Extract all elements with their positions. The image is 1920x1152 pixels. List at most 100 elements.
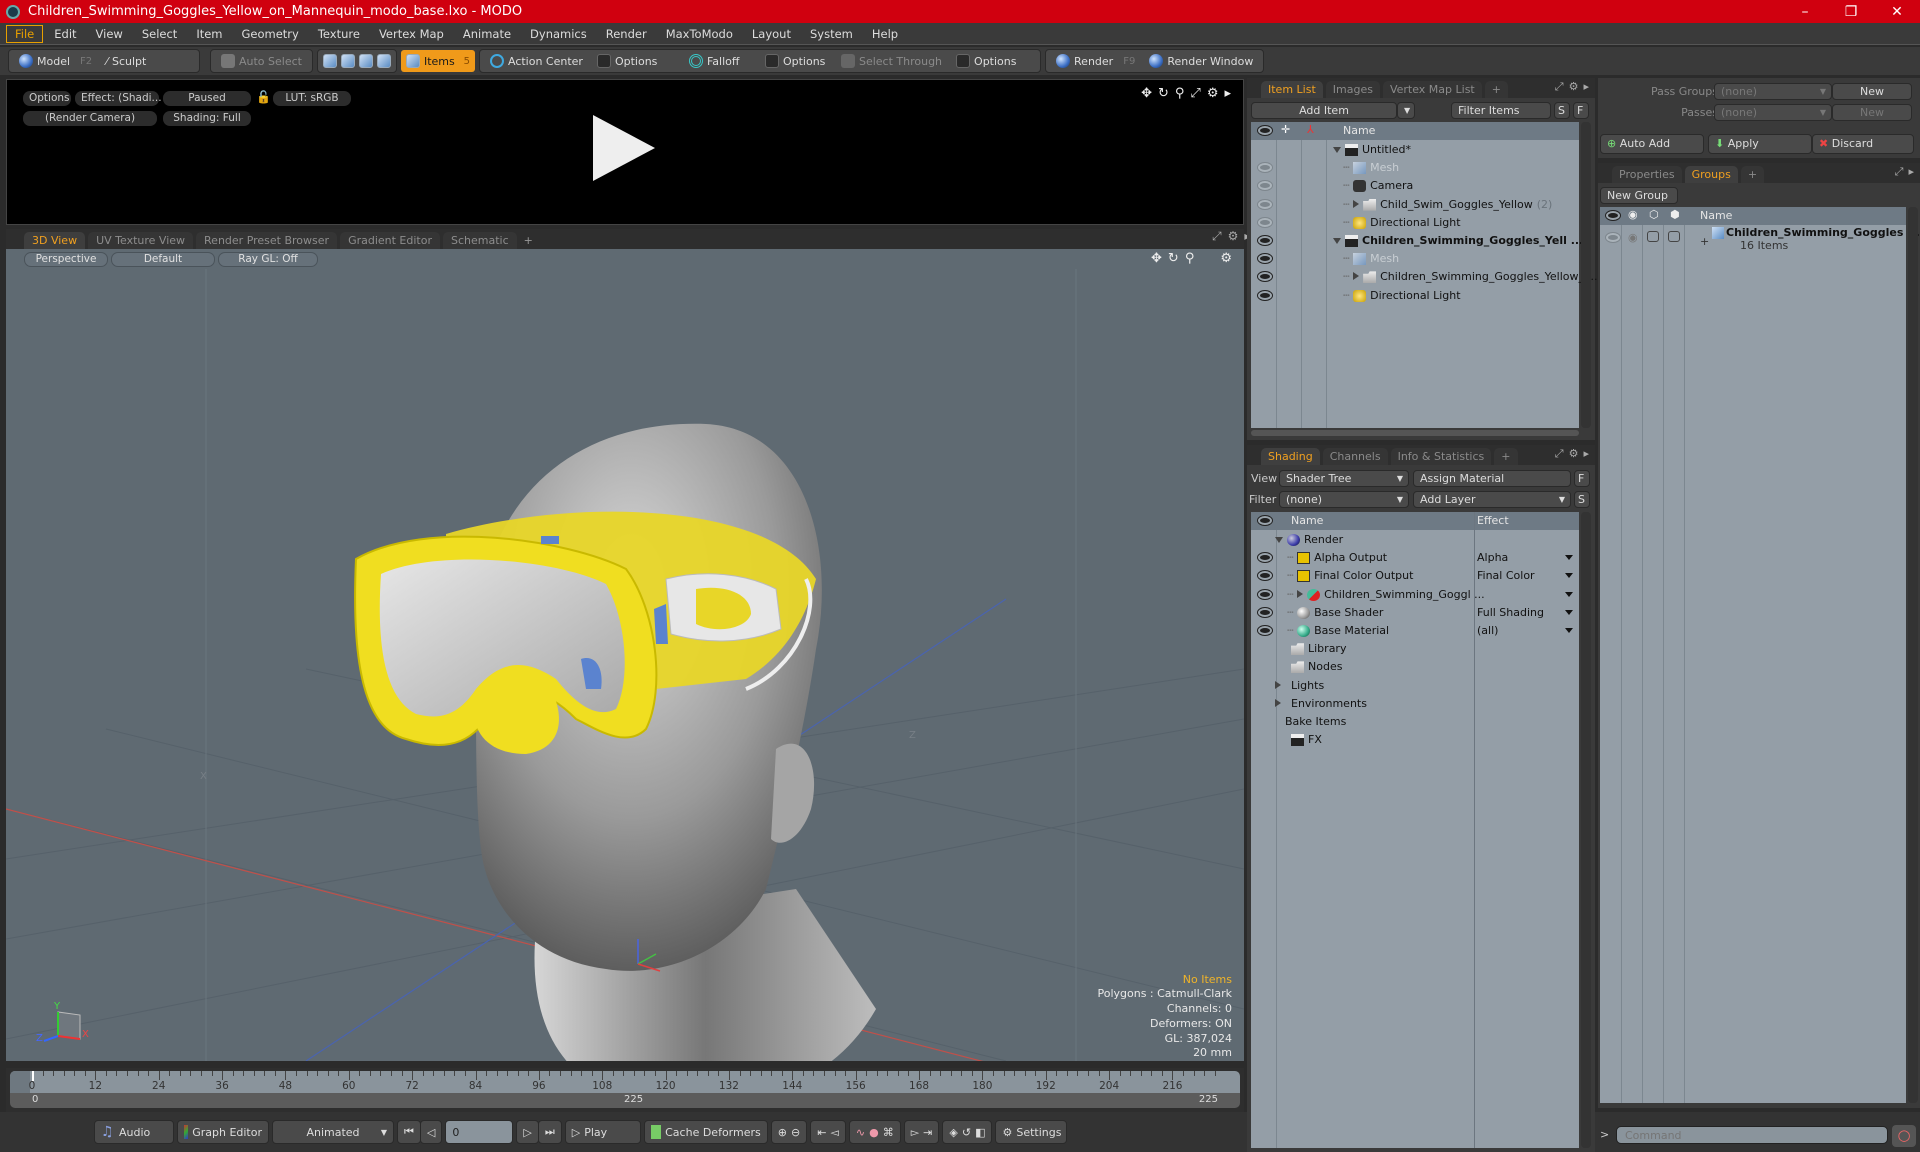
lock-icon[interactable]: 🔓 bbox=[256, 90, 271, 104]
menu-layout[interactable]: Layout bbox=[744, 26, 799, 42]
visibility-toggle-icon[interactable] bbox=[1258, 236, 1272, 245]
timeline-ruler[interactable]: 0 12 24 36 48 60 72 84 96 108 120 132 144 156 168 180 19… bbox=[10, 1071, 1240, 1093]
preview-options-button[interactable]: Options bbox=[23, 91, 71, 106]
gear-icon[interactable]: ⚙ bbox=[1207, 86, 1219, 101]
edges-mode-icon[interactable] bbox=[340, 54, 355, 68]
maximize-icon[interactable]: ⤢ bbox=[1555, 447, 1564, 461]
expand-closed-icon[interactable] bbox=[1353, 199, 1360, 208]
shader-row[interactable]: ┄ Base Material (all) bbox=[1251, 622, 1579, 640]
shader-row[interactable]: FX bbox=[1251, 731, 1579, 749]
shader-row[interactable]: Bake Items bbox=[1251, 713, 1579, 731]
play-button[interactable]: ▷ Play bbox=[564, 1120, 641, 1144]
play-icon[interactable] bbox=[593, 115, 655, 181]
menu-view[interactable]: View bbox=[88, 26, 131, 42]
menu-animate[interactable]: Animate bbox=[455, 26, 519, 42]
add-tab-icon[interactable]: + bbox=[1494, 448, 1518, 465]
groups-scrollbar[interactable] bbox=[1908, 207, 1918, 1103]
visibility-toggle-icon[interactable] bbox=[1258, 254, 1272, 264]
tab-info-statistics[interactable]: Info & Statistics bbox=[1390, 448, 1492, 465]
shader-tree[interactable]: Name Effect Render ┄ Alpha Output Alpha ┄ F… bbox=[1251, 512, 1579, 1148]
gear-icon[interactable]: ⚙ bbox=[1569, 447, 1579, 461]
item-row[interactable]: ┄ Mesh bbox=[1251, 159, 1579, 177]
command-history-button[interactable]: ○ bbox=[1892, 1125, 1916, 1147]
perspective-dropdown[interactable]: Perspective bbox=[24, 252, 108, 267]
shading-dropdown[interactable]: Shading: Full bbox=[163, 111, 251, 126]
shading-scrollbar[interactable] bbox=[1581, 512, 1591, 1148]
visibility-toggle-icon[interactable] bbox=[1258, 272, 1272, 282]
filter-items-input[interactable]: Filter Items bbox=[1451, 102, 1551, 119]
timeline[interactable]: 0 12 24 36 48 60 72 84 96 108 120 132 144 156 168 180 19… bbox=[6, 1068, 1244, 1112]
gear-icon[interactable]: ⚙ bbox=[1220, 251, 1232, 266]
group-row[interactable]: ◉ + Children_Swimming_Goggles ... 16 Ite… bbox=[1600, 226, 1920, 257]
audio-button[interactable]: ♫ Audio bbox=[94, 1120, 174, 1144]
discard-button[interactable]: ✖ Discard bbox=[1812, 134, 1914, 154]
add-item-dropdown[interactable]: ▼ bbox=[1397, 102, 1415, 119]
previous-frame-button[interactable]: ◁ bbox=[419, 1120, 443, 1144]
record-group[interactable]: ∿ ● ⌘ bbox=[848, 1120, 901, 1144]
zoom-icon[interactable]: ⚲ bbox=[1175, 86, 1185, 101]
pan-icon[interactable]: ✥ bbox=[1151, 251, 1162, 266]
menu-system[interactable]: System bbox=[802, 26, 861, 42]
visibility-toggle-icon[interactable] bbox=[1258, 181, 1272, 191]
maximize-icon[interactable]: ⤢ bbox=[1895, 165, 1904, 179]
tab-render-preset-browser[interactable]: Render Preset Browser bbox=[196, 232, 338, 249]
shader-row[interactable]: ┄ Alpha Output Alpha bbox=[1251, 549, 1579, 567]
menu-item[interactable]: Item bbox=[188, 26, 230, 42]
chevron-right-icon[interactable]: ▸ bbox=[1908, 165, 1914, 179]
item-row[interactable]: ┄ Children_Swimming_Goggles_Yellow_o... bbox=[1251, 268, 1601, 286]
search-s-button[interactable]: S bbox=[1554, 102, 1570, 119]
shader-row[interactable]: ┄ Children_Swimming_Goggl ... bbox=[1251, 586, 1579, 604]
item-list-scrollbar[interactable] bbox=[1581, 122, 1591, 428]
filter-f-button[interactable]: F bbox=[1573, 102, 1589, 119]
tab-channels[interactable]: Channels bbox=[1322, 448, 1388, 465]
cache-deformers-button[interactable]: Cache Deformers bbox=[643, 1120, 768, 1144]
maximize-icon[interactable]: ⤢ bbox=[1555, 80, 1564, 94]
item-row[interactable]: ┄ Mesh bbox=[1251, 250, 1579, 268]
effect-dropdown[interactable]: Full Shading bbox=[1477, 604, 1577, 622]
tab-shading[interactable]: Shading bbox=[1261, 448, 1320, 465]
effect-dropdown[interactable]: Alpha bbox=[1477, 549, 1577, 567]
raygl-toggle[interactable]: Ray GL: Off bbox=[218, 252, 318, 267]
item-tree[interactable]: ✛ ⅄ Name Untitled* ┄ Mesh ┄ Camera ┄ Child_… bbox=[1251, 122, 1601, 428]
maximize-icon[interactable]: ⤢ bbox=[1212, 229, 1222, 244]
shading-f-button[interactable]: F bbox=[1574, 470, 1590, 487]
gear-icon[interactable]: ⚙ bbox=[1228, 229, 1239, 244]
close-button[interactable]: ✕ bbox=[1874, 4, 1920, 20]
shader-row[interactable]: Library bbox=[1251, 640, 1579, 658]
visibility-toggle-icon[interactable] bbox=[1258, 553, 1272, 563]
chevron-right-icon[interactable]: ▸ bbox=[1224, 86, 1231, 101]
new-pass-button[interactable]: New bbox=[1832, 104, 1912, 121]
effect-dropdown[interactable] bbox=[1477, 586, 1577, 604]
key-forward-group[interactable]: ▻ ⇥ bbox=[903, 1120, 940, 1144]
menu-geometry[interactable]: Geometry bbox=[234, 26, 307, 42]
shader-row[interactable]: Nodes bbox=[1251, 658, 1579, 676]
shading-s-button[interactable]: S bbox=[1574, 491, 1590, 508]
shader-row[interactable]: Lights bbox=[1251, 677, 1579, 695]
effect-dropdown[interactable]: (all) bbox=[1477, 622, 1577, 640]
tab-gradient-editor[interactable]: Gradient Editor bbox=[340, 232, 440, 249]
tab-uv-texture-view[interactable]: UV Texture View bbox=[88, 232, 194, 249]
select-through-button[interactable]: Select Through bbox=[836, 50, 947, 72]
lut-dropdown[interactable]: LUT: sRGB bbox=[273, 91, 351, 106]
vertices-mode-icon[interactable] bbox=[322, 54, 337, 68]
command-input[interactable] bbox=[1616, 1126, 1888, 1144]
3d-viewport[interactable]: Y X Z X Z Perspective Default Ray GL: Of… bbox=[6, 249, 1244, 1061]
menu-help[interactable]: Help bbox=[864, 26, 906, 42]
visibility-toggle-icon[interactable] bbox=[1258, 589, 1272, 599]
chevron-right-icon[interactable]: ▸ bbox=[1583, 80, 1589, 94]
item-row[interactable]: ┄ Directional Light bbox=[1251, 287, 1579, 305]
next-frame-button[interactable]: ▷ bbox=[516, 1120, 539, 1144]
add-tab-icon[interactable]: + bbox=[1740, 166, 1765, 183]
visibility-toggle-icon[interactable] bbox=[1258, 571, 1272, 581]
item-row[interactable]: ┄ Directional Light bbox=[1251, 214, 1579, 232]
items-mode-button[interactable]: Items 5 bbox=[400, 50, 475, 72]
action-center-options-button[interactable]: Options bbox=[592, 50, 680, 72]
expand-closed-icon[interactable] bbox=[1275, 680, 1281, 689]
menu-texture[interactable]: Texture bbox=[310, 26, 368, 42]
render-button[interactable]: Render F9 bbox=[1051, 50, 1140, 72]
zoom-icon[interactable]: ⚲ bbox=[1185, 251, 1195, 266]
key-tools-group[interactable]: ⊕ ⊖ bbox=[770, 1120, 808, 1144]
falloff-button[interactable]: Falloff bbox=[684, 50, 756, 72]
menu-select[interactable]: Select bbox=[134, 26, 185, 42]
visibility-toggle-icon[interactable] bbox=[1258, 199, 1272, 209]
